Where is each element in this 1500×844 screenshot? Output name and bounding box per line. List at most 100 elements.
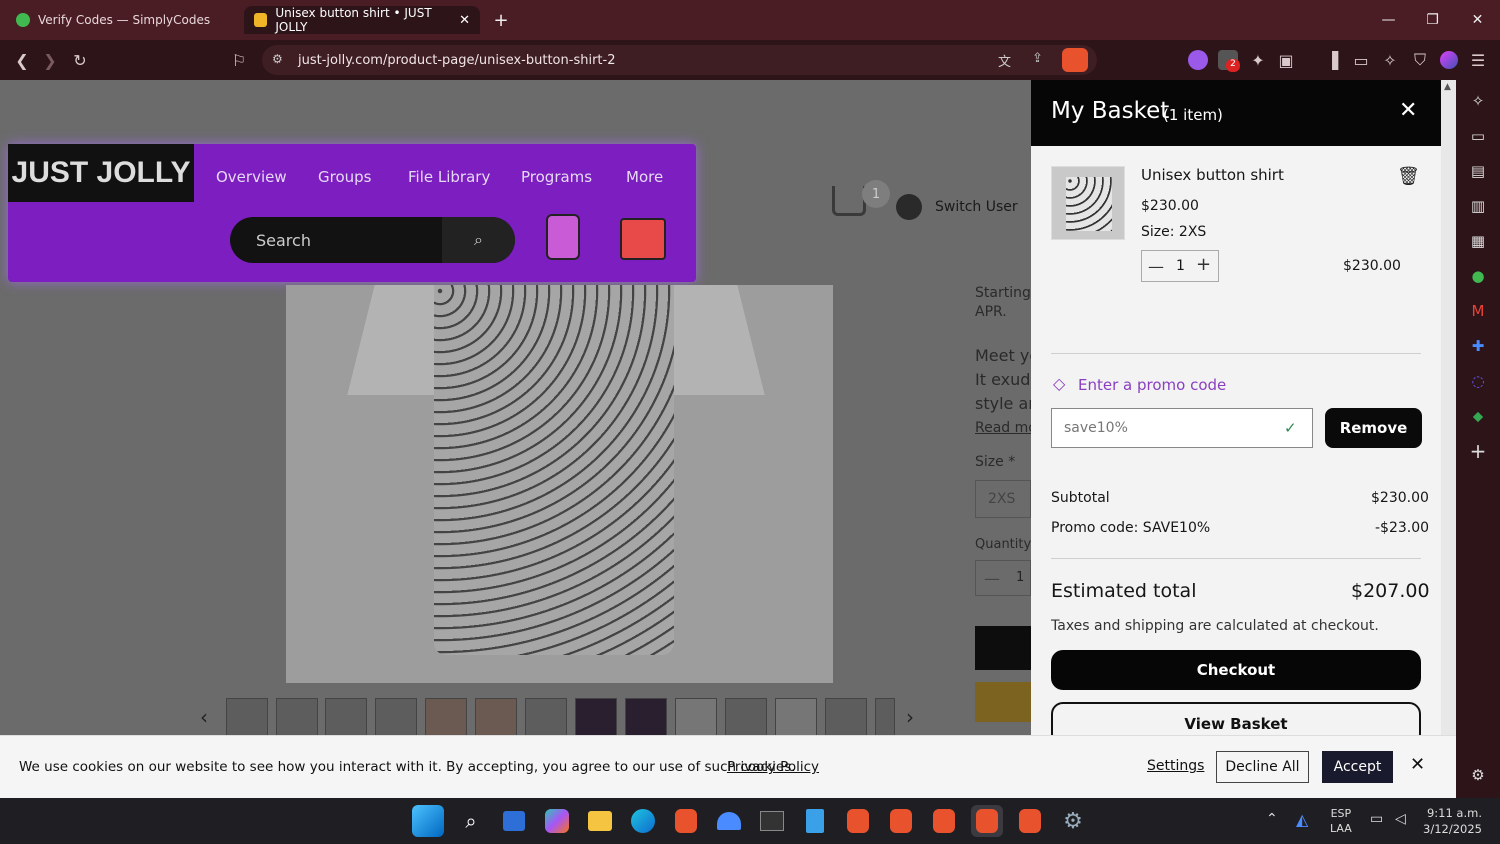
promo-code-input[interactable]: save10% ✓	[1051, 408, 1313, 448]
reader-icon[interactable]: ▣	[1272, 46, 1300, 74]
brave-profile-icon[interactable]	[890, 809, 912, 833]
next-image-icon[interactable]: ›	[906, 705, 914, 729]
close-window-icon[interactable]: ✕	[1455, 0, 1500, 40]
thumbnail[interactable]	[226, 698, 268, 736]
tray-chevron-icon[interactable]: ⌃	[1266, 811, 1278, 827]
thumbnail[interactable]	[525, 698, 567, 736]
search-icon[interactable]: ⌕	[442, 217, 515, 263]
qty-plus-icon[interactable]: +	[1196, 254, 1211, 275]
switch-user-link[interactable]: Switch User	[935, 199, 1018, 215]
size-select[interactable]: 2XS	[975, 480, 1031, 518]
nav-more[interactable]: More	[626, 168, 663, 186]
wallet-panel-icon[interactable]: ▤	[1456, 156, 1500, 186]
privacy-policy-link[interactable]: Privacy Policy	[727, 759, 819, 775]
nav-file-library[interactable]: File Library	[408, 168, 490, 186]
prev-image-icon[interactable]: ‹	[200, 705, 208, 729]
remove-promo-button[interactable]: Remove	[1325, 408, 1422, 448]
tab-verify-codes[interactable]: Verify Codes — SimplyCodes	[6, 6, 238, 34]
leo-ai-icon[interactable]: ✧	[1456, 86, 1500, 116]
delete-item-icon[interactable]: 🗑	[1397, 166, 1420, 187]
quantity-stepper[interactable]: — 1	[975, 560, 1031, 596]
thumbnail[interactable]	[775, 698, 817, 736]
close-basket-icon[interactable]: ✕	[1399, 98, 1417, 123]
start-icon[interactable]	[412, 805, 444, 837]
m365-icon[interactable]	[545, 809, 569, 833]
brave-icon[interactable]	[675, 809, 697, 833]
checkout-button[interactable]: Checkout	[1051, 650, 1421, 690]
circle-app-icon[interactable]: ◌	[1456, 366, 1500, 396]
gmail-icon[interactable]: M	[1456, 296, 1500, 326]
puzzle-panel-icon[interactable]: ✚	[1456, 331, 1500, 361]
edge-icon[interactable]	[631, 809, 655, 833]
thumbnail[interactable]	[375, 698, 417, 736]
cart-icon[interactable]	[832, 186, 866, 216]
media-icon[interactable]: ▭	[1456, 121, 1500, 151]
brave-shields-icon[interactable]	[1062, 48, 1088, 72]
panel-settings-icon[interactable]: ⚙	[1456, 760, 1500, 790]
translate-icon[interactable]: 文	[998, 51, 1011, 70]
basket-item-image[interactable]	[1051, 166, 1125, 240]
settings-gear-icon[interactable]: ⚙	[1057, 805, 1089, 837]
leo-icon[interactable]	[1188, 50, 1208, 70]
tray-app-icon[interactable]: ◭	[1296, 810, 1308, 829]
minimize-icon[interactable]: —	[1366, 0, 1411, 40]
menu-icon[interactable]: ☰	[1464, 46, 1492, 74]
scroll-up-icon[interactable]: ▲	[1444, 82, 1451, 92]
cookie-settings-link[interactable]: Settings	[1147, 758, 1204, 774]
thumbnail[interactable]	[575, 698, 617, 736]
thumbnail[interactable]	[675, 698, 717, 736]
reload-icon[interactable]: ↻	[66, 46, 94, 74]
language-indicator[interactable]: ESP LAA	[1330, 806, 1352, 836]
network-icon[interactable]: ▭	[1370, 811, 1383, 827]
product-image[interactable]	[286, 285, 833, 683]
thumbnail[interactable]	[325, 698, 367, 736]
volume-icon[interactable]: ◁	[1395, 811, 1406, 827]
thumbnail[interactable]	[725, 698, 767, 736]
wallet-icon[interactable]: ▭	[1347, 46, 1375, 74]
accept-button[interactable]: Accept	[1322, 751, 1393, 783]
buy-now-button[interactable]	[975, 682, 1031, 722]
site-logo[interactable]: JUST JOLLY	[8, 144, 194, 202]
thumbnail[interactable]	[276, 698, 318, 736]
brave-profile-icon[interactable]	[933, 809, 955, 833]
thumbnail[interactable]	[875, 698, 895, 736]
tab-unisex-shirt[interactable]: Unisex button shirt • JUST JOLLY ✕	[244, 6, 480, 34]
add-panel-icon[interactable]: +	[1456, 436, 1500, 466]
sidebar-toggle-icon[interactable]: ▐	[1318, 46, 1346, 74]
extension-icon[interactable]: 2	[1218, 50, 1240, 72]
brave-profile-active-icon[interactable]	[976, 809, 998, 833]
enter-promo-link[interactable]: Enter a promo code	[1078, 376, 1226, 394]
add-to-cart-button[interactable]	[975, 626, 1031, 670]
bookmarks-panel-icon[interactable]: ▥	[1456, 191, 1500, 221]
site-info-icon[interactable]: ⚙	[272, 52, 283, 66]
brave-profile-icon[interactable]	[1019, 809, 1041, 833]
vpn-shield-icon[interactable]: ⛉	[1406, 46, 1434, 74]
brave-profile-icon[interactable]	[847, 809, 869, 833]
app-arc-icon[interactable]	[717, 812, 741, 830]
file-explorer-icon[interactable]	[588, 811, 612, 831]
bookmark-icon[interactable]: ⚐	[225, 46, 253, 74]
basket-qty-value[interactable]: 1	[1176, 258, 1185, 274]
qty-minus-icon[interactable]: —	[1148, 257, 1164, 276]
nav-overview[interactable]: Overview	[216, 168, 287, 186]
phone-mascot-icon[interactable]	[546, 214, 580, 260]
read-more-link[interactable]: Read mo	[975, 416, 1031, 440]
extensions-puzzle-icon[interactable]: ✦	[1244, 46, 1272, 74]
forward-icon[interactable]: ❯	[36, 46, 64, 74]
thumbnail[interactable]	[825, 698, 867, 736]
user-avatar-icon[interactable]	[896, 194, 922, 220]
reading-list-icon[interactable]: ▦	[1456, 226, 1500, 256]
clock[interactable]: 9:11 a.m. 3/12/2025	[1422, 805, 1482, 837]
address-bar[interactable]: ⚙ just-jolly.com/product-page/unisex-but…	[262, 45, 1097, 75]
simplycodes-panel-icon[interactable]: ●	[1456, 261, 1500, 291]
mail-mascot-icon[interactable]	[620, 218, 666, 260]
restore-icon[interactable]: ❐	[1410, 0, 1455, 40]
ai-sparkle-icon[interactable]: ✧	[1376, 46, 1404, 74]
close-tab-icon[interactable]: ✕	[459, 13, 470, 28]
decline-all-button[interactable]: Decline All	[1216, 751, 1309, 783]
taskbar-search-icon[interactable]: ⌕	[455, 805, 487, 837]
thumbnail[interactable]	[425, 698, 467, 736]
basket-item-name[interactable]: Unisex button shirt	[1141, 166, 1284, 184]
rewards-icon[interactable]	[1440, 51, 1458, 69]
nav-groups[interactable]: Groups	[318, 168, 371, 186]
